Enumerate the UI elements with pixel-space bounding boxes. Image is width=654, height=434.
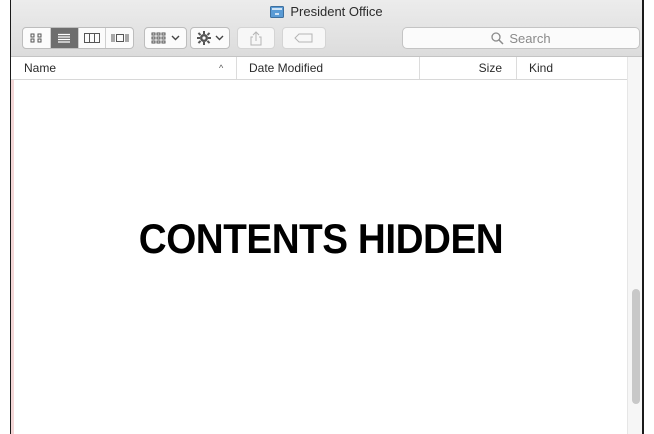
- column-header-kind[interactable]: Kind: [516, 57, 631, 79]
- list-view-button[interactable]: [50, 28, 79, 48]
- column-view-icon: [83, 33, 100, 43]
- gear-icon: [196, 31, 211, 45]
- window-title-text: President Office: [290, 4, 383, 19]
- search-placeholder: Search: [509, 30, 551, 46]
- scrollbar-thumb[interactable]: [632, 289, 640, 404]
- cover-flow-button[interactable]: [106, 28, 133, 48]
- column-header-name[interactable]: Name: [24, 57, 224, 79]
- window-title: President Office: [11, 4, 642, 21]
- arrange-button[interactable]: [144, 27, 187, 49]
- left-edge-strip: [11, 57, 14, 434]
- list-header: Name ^ Date Modified Size Kind: [11, 57, 631, 80]
- icon-view-button[interactable]: [23, 28, 51, 48]
- sort-ascending-icon: ^: [219, 63, 224, 73]
- title-bar: President Office Search: [11, 0, 642, 57]
- action-button[interactable]: [190, 27, 230, 49]
- search-icon: [491, 31, 504, 45]
- column-header-date-modified[interactable]: Date Modified: [236, 57, 418, 79]
- list-view-icon: [58, 33, 71, 43]
- cover-flow-icon: [111, 34, 129, 42]
- search-field[interactable]: Search: [402, 27, 640, 49]
- tags-button[interactable]: [282, 27, 326, 49]
- column-kind-label: Kind: [529, 61, 554, 75]
- column-size-label: Size: [478, 61, 502, 75]
- folder-icon: [270, 6, 285, 21]
- column-name-label: Name: [24, 61, 57, 75]
- share-icon: [250, 30, 262, 45]
- chevron-down-icon: [215, 35, 223, 41]
- arrange-grid-icon: [151, 32, 166, 44]
- icon-view-icon: [30, 33, 42, 43]
- share-button[interactable]: [237, 27, 275, 49]
- column-header-size[interactable]: Size: [419, 57, 516, 79]
- finder-window: President Office Search Name ^ Date Modi…: [10, 0, 644, 434]
- view-switcher: [22, 27, 134, 49]
- vertical-scrollbar-track[interactable]: [627, 57, 642, 434]
- tag-icon: [294, 33, 313, 43]
- column-date-label: Date Modified: [249, 61, 324, 75]
- column-view-button[interactable]: [79, 28, 107, 48]
- chevron-down-icon: [171, 35, 180, 41]
- contents-hidden-overlay: CONTENTS HIDDEN: [138, 215, 504, 262]
